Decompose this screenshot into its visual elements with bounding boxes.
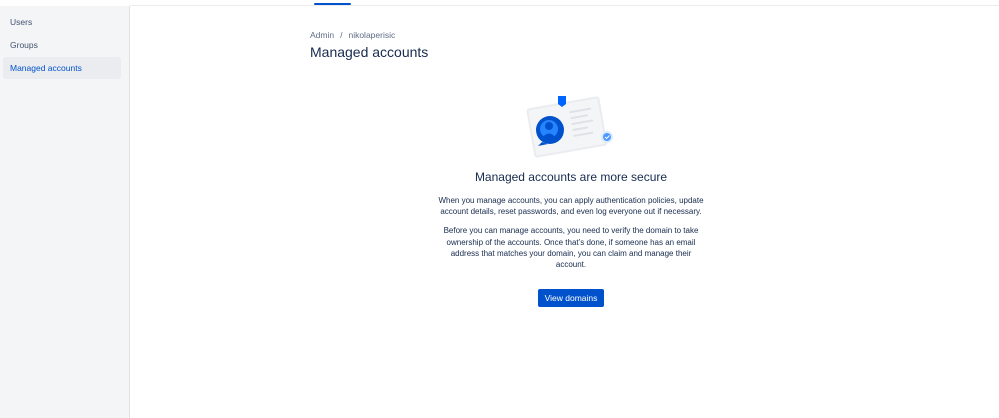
breadcrumb-separator: / [340,30,343,40]
breadcrumb-item-org[interactable]: nikolaperisic [348,30,395,40]
empty-state-description-2: Before you can manage accounts, you need… [443,226,699,270]
sidebar-item-users[interactable]: Users [3,11,121,33]
sidebar-item-groups[interactable]: Groups [3,34,121,56]
empty-state-description-1: When you manage accounts, you can apply … [438,196,704,217]
id-card-shield-illustration [526,96,613,158]
breadcrumb: Admin / nikolaperisic [310,30,395,40]
sidebar: Users Groups Managed accounts [0,6,130,418]
view-domains-button[interactable]: View domains [537,289,605,308]
page-title: Managed accounts [310,44,429,60]
top-divider [130,5,999,6]
empty-state: Managed accounts are more secure When yo… [436,170,706,308]
sidebar-item-managed-accounts[interactable]: Managed accounts [3,57,121,79]
app-root: Users Groups Managed accounts Admin / niko… [0,0,999,418]
empty-state-heading: Managed accounts are more secure [474,170,668,184]
breadcrumb-item-admin[interactable]: Admin [310,30,334,40]
active-tab-indicator [314,3,351,5]
